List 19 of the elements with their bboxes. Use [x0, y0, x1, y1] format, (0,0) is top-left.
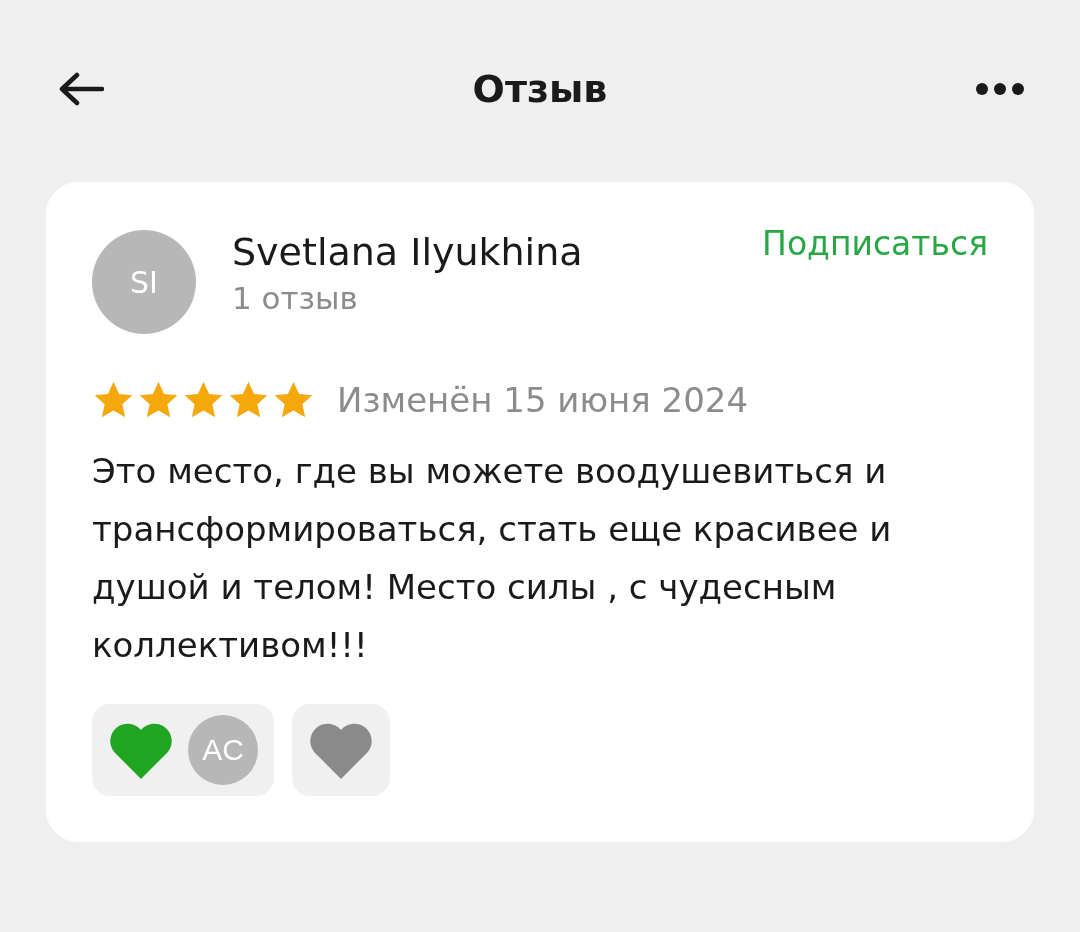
page-title: Отзыв [472, 67, 608, 111]
star-icon [272, 380, 315, 420]
more-button[interactable] [976, 83, 1024, 95]
more-icon [976, 83, 1024, 95]
review-count: 1 отзыв [232, 280, 359, 316]
reaction-button[interactable] [292, 704, 390, 796]
review-text: Это место, где вы можете воодушевиться и трансформироваться, стать еще красивее и душой и телом! Место силы , с чудесным коллективом!!! [92, 450, 893, 667]
star-icon [227, 380, 270, 420]
back-arrow-icon [58, 72, 104, 106]
star-icon [182, 380, 225, 420]
back-button[interactable] [58, 72, 104, 106]
subscribe-link[interactable]: Подписаться [762, 224, 988, 263]
star-icon [92, 380, 135, 420]
review-date: Изменён 15 июня 2024 [337, 380, 749, 420]
author-name: Svetlana Ilyukhina [232, 230, 584, 274]
author-avatar: SI [92, 230, 196, 334]
reactor-avatar: AC [188, 715, 258, 785]
reaction-button[interactable]: AC [92, 704, 274, 796]
star-icon [137, 380, 180, 420]
